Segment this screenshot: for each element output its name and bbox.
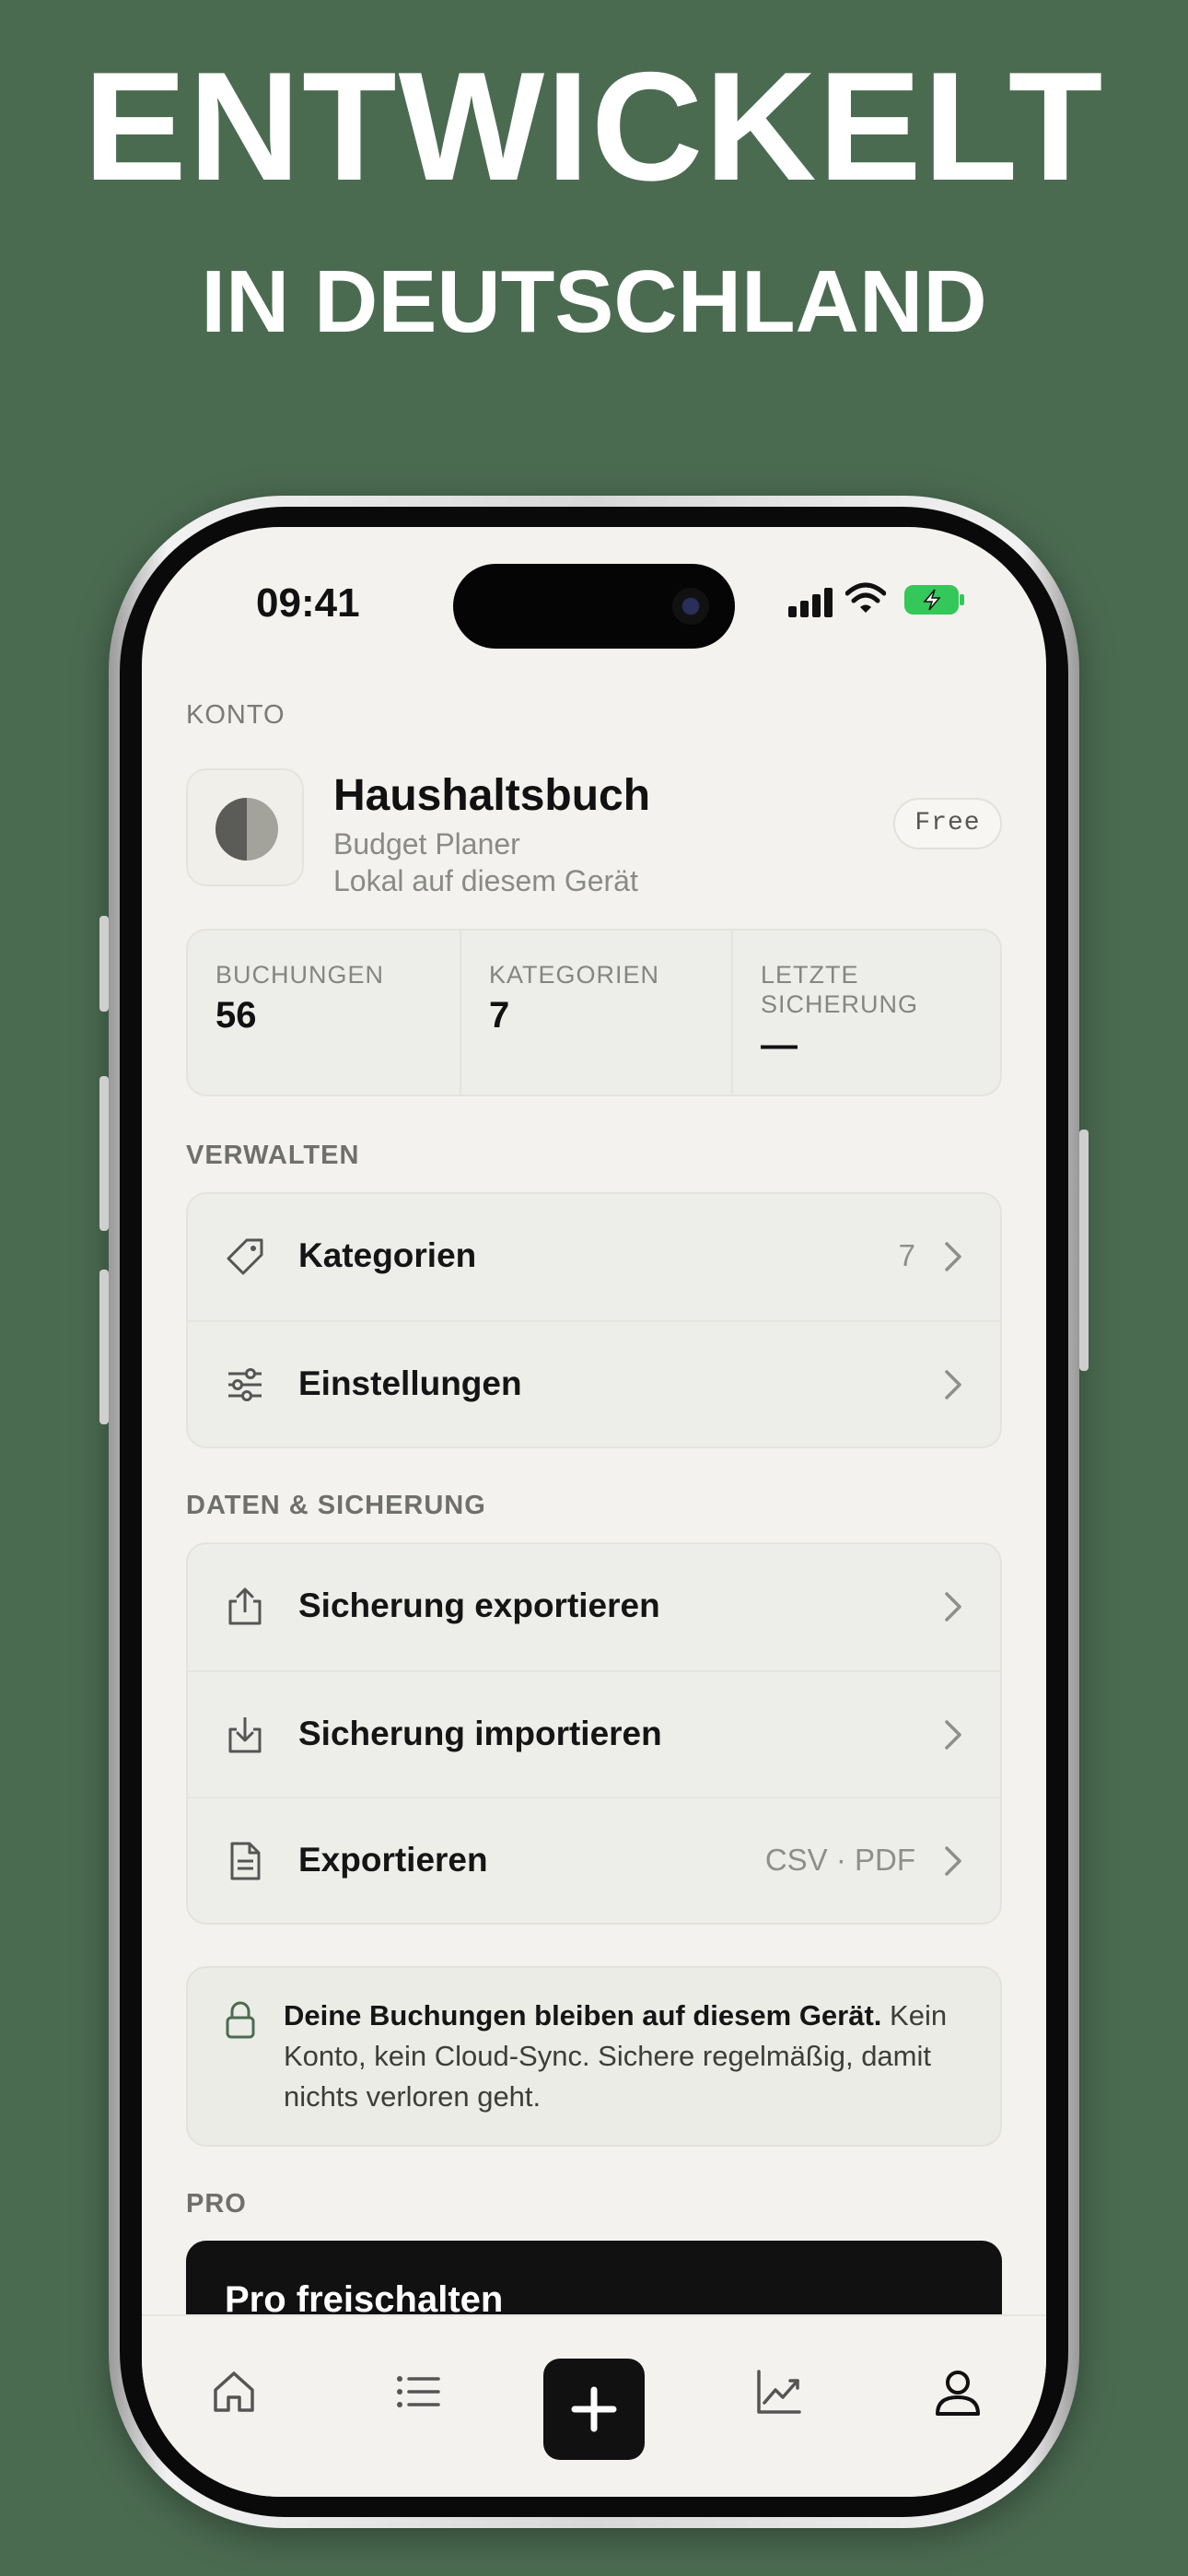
stat-kategorien: KATEGORIEN 7 xyxy=(460,931,731,1095)
stat-letzte-sicherung: LETZTE SICHERUNG — xyxy=(731,931,1000,1095)
stat-label: BUCHUNGEN xyxy=(215,961,385,989)
add-icon xyxy=(571,2386,617,2432)
stats-card: BUCHUNGEN 56 KATEGORIEN 7 LETZTE SICHERUN… xyxy=(186,929,1002,1096)
account-title: Haushaltsbuch xyxy=(333,771,651,820)
lock-icon xyxy=(226,2001,255,2039)
headline-line2: IN DEUTSCHLAND xyxy=(201,252,987,351)
row-meta: 7 xyxy=(898,1238,915,1272)
signal-icon xyxy=(788,586,834,617)
home-icon[interactable] xyxy=(208,2366,260,2418)
stat-label: LETZTE SICHERUNG xyxy=(761,961,919,1018)
chevron-right-icon xyxy=(945,1370,961,1399)
row-kategorien[interactable]: Kategorien 7 xyxy=(188,1194,1000,1320)
stat-buchungen: BUCHUNGEN 56 xyxy=(188,931,460,1095)
row-meta: CSV · PDF xyxy=(764,1843,915,1877)
download-icon xyxy=(228,1717,262,1753)
app-screen: 09:41 KONTO Haushaltsbuch Budget Planer … xyxy=(142,527,1046,2497)
side-button-volume-down xyxy=(99,1270,109,1424)
chevron-right-icon xyxy=(945,1242,961,1271)
tag-icon xyxy=(227,1238,263,1275)
row-label: Sicherung exportieren xyxy=(298,1587,660,1624)
privacy-note: Deine Buchungen bleiben auf diesem Gerät… xyxy=(186,1966,1002,2147)
camera-icon xyxy=(672,588,709,625)
section-label-daten-sicherung: DATEN & SICHERUNG xyxy=(186,1491,486,1520)
headline-line1: ENTWICKELT xyxy=(83,40,1105,213)
account-subtitle: Budget Planer xyxy=(333,827,520,861)
share-icon xyxy=(228,1587,262,1625)
battery-charging-icon xyxy=(904,585,964,615)
row-einstellungen[interactable]: Einstellungen xyxy=(188,1320,1000,1446)
row-sicherung-exportieren[interactable]: Sicherung exportieren xyxy=(188,1544,1000,1670)
side-button-action xyxy=(99,916,109,1012)
manage-card: Kategorien 7 Einstellungen xyxy=(186,1192,1002,1448)
row-exportieren[interactable]: Exportieren CSV · PDF xyxy=(188,1797,1000,1923)
side-button-power xyxy=(1079,1130,1089,1371)
app-logo xyxy=(186,768,304,886)
stat-label: KATEGORIEN xyxy=(489,961,660,989)
side-button-volume-up xyxy=(99,1076,109,1231)
privacy-note-text: Deine Buchungen bleiben auf diesem Gerät… xyxy=(284,1999,948,2113)
stat-value: 7 xyxy=(489,995,510,1036)
add-button[interactable] xyxy=(543,2359,645,2460)
account-card[interactable]: Haushaltsbuch Budget Planer Lokal auf di… xyxy=(186,768,1002,897)
stat-value: 56 xyxy=(215,995,257,1036)
wifi-icon xyxy=(845,582,886,613)
status-bar: 09:41 xyxy=(142,527,1046,665)
row-sicherung-importieren[interactable]: Sicherung importieren xyxy=(188,1670,1000,1797)
dynamic-island xyxy=(453,564,735,649)
row-label: Kategorien xyxy=(298,1236,477,1274)
status-time: 09:41 xyxy=(256,580,360,626)
section-label-konto: KONTO xyxy=(186,700,285,730)
document-icon xyxy=(230,1842,261,1880)
backup-card: Sicherung exportieren Sicherung importie… xyxy=(186,1542,1002,1925)
profile-icon[interactable] xyxy=(932,2366,984,2418)
plan-badge: Free xyxy=(893,798,1002,849)
chevron-right-icon xyxy=(945,1720,961,1750)
chart-icon[interactable] xyxy=(753,2366,805,2418)
account-storage: Lokal auf diesem Gerät xyxy=(333,864,638,897)
stat-value: — xyxy=(761,1025,798,1065)
list-icon[interactable] xyxy=(392,2366,444,2418)
row-label: Sicherung importieren xyxy=(298,1715,662,1752)
section-label-verwalten: VERWALTEN xyxy=(186,1141,360,1170)
section-label-pro: PRO xyxy=(186,2189,247,2219)
sliders-icon xyxy=(228,1368,262,1401)
half-circle-icon xyxy=(215,798,278,861)
row-label: Einstellungen xyxy=(298,1364,522,1402)
chevron-right-icon xyxy=(945,1592,961,1622)
row-label: Exportieren xyxy=(298,1841,488,1879)
tab-bar xyxy=(142,2314,1046,2497)
chevron-right-icon xyxy=(945,1846,961,1876)
